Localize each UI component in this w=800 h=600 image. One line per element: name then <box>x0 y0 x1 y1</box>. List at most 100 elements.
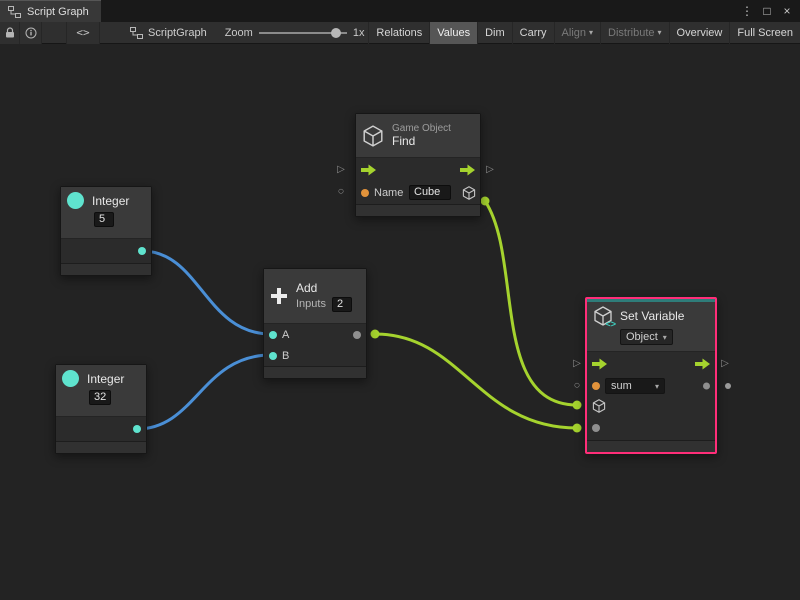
setvar-control-in-triangle-icon[interactable]: ▷ <box>573 359 581 369</box>
integer-node-32[interactable]: Integer 32 <box>55 364 147 454</box>
zoom-slider[interactable] <box>259 22 347 44</box>
graph-name: ScriptGraph <box>148 27 207 39</box>
find-name-circle-icon[interactable]: ○ <box>338 187 345 198</box>
integer-node-5[interactable]: Integer 5 <box>60 186 152 276</box>
window-maximize-button[interactable]: □ <box>760 4 774 18</box>
port-row-b: B <box>264 345 366 366</box>
chevron-down-icon: ▾ <box>658 28 662 37</box>
node-header: Add Inputs 2 <box>264 269 366 324</box>
setvar-control-out-triangle-icon[interactable]: ▷ <box>721 359 729 369</box>
tab-script-graph[interactable]: Script Graph <box>0 0 101 22</box>
control-output-port[interactable] <box>460 165 475 176</box>
toolbar-button-relations[interactable]: Relations <box>368 22 429 44</box>
value-input-port[interactable] <box>592 424 600 432</box>
window-menu-button[interactable]: ⋮ <box>740 4 754 18</box>
name-input-port[interactable] <box>361 189 369 197</box>
port-label-b: B <box>282 350 289 362</box>
port-label-a: A <box>282 329 289 341</box>
control-input-port[interactable] <box>592 359 607 370</box>
integer-icon <box>62 370 79 387</box>
name-port-row: Name Cube <box>356 182 480 204</box>
graph-canvas[interactable]: Integer 5 Integer 32 <box>0 44 800 600</box>
plus-icon <box>270 287 288 305</box>
graph-icon <box>130 27 143 39</box>
integer-value-field[interactable]: 5 <box>94 212 114 227</box>
lock-button[interactable] <box>0 22 20 44</box>
button-label: Dim <box>485 27 505 39</box>
toolbar-button-values[interactable]: Values <box>429 22 477 44</box>
toolbar-button-fullscreen[interactable]: Full Screen <box>729 22 800 44</box>
value-output-port[interactable] <box>703 383 710 390</box>
set-variable-icon: <> <box>593 306 613 326</box>
setvar-output-dot-icon[interactable] <box>725 383 731 389</box>
button-label: Full Screen <box>737 27 793 39</box>
node-header: Integer 5 <box>61 187 151 239</box>
wire-endpoint <box>371 330 380 339</box>
node-title: Add <box>296 281 352 295</box>
find-node[interactable]: Game Object Find Name Cube <box>355 113 481 217</box>
integer-value-field[interactable]: 32 <box>89 390 111 405</box>
integer-output-port[interactable] <box>133 425 141 433</box>
object-input-port[interactable] <box>592 399 606 413</box>
node-title: Find <box>392 134 451 148</box>
info-button[interactable] <box>20 22 42 44</box>
code-icon: <> <box>76 26 89 39</box>
titlebar: Script Graph ⋮ □ × <box>0 0 800 22</box>
node-title: Integer <box>87 372 124 386</box>
node-footer <box>356 204 480 216</box>
control-output-port[interactable] <box>695 359 710 370</box>
window-close-button[interactable]: × <box>780 4 794 18</box>
toolbar-button-distribute[interactable]: Distribute▾ <box>600 22 668 44</box>
zoom-slider-handle[interactable] <box>331 28 341 38</box>
chevron-down-icon: ▾ <box>655 382 659 391</box>
edit-graph-button[interactable]: <> <box>66 22 100 44</box>
toolbar-button-align[interactable]: Align▾ <box>554 22 600 44</box>
wire-integer5-to-add-a[interactable] <box>142 251 271 334</box>
gameobject-output-port[interactable] <box>462 186 476 200</box>
name-value-field[interactable]: Cube <box>409 185 451 200</box>
variable-name-dropdown[interactable]: sum ▾ <box>605 378 665 394</box>
toolbar-button-carry[interactable]: Carry <box>512 22 554 44</box>
chevron-down-icon: ▾ <box>663 333 667 342</box>
wire-integer32-to-add-b[interactable] <box>137 355 271 429</box>
control-input-port[interactable] <box>361 165 376 176</box>
toolbar-button-overview[interactable]: Overview <box>669 22 730 44</box>
inputs-count-field[interactable]: 2 <box>332 297 352 312</box>
input-port-b[interactable] <box>269 352 277 360</box>
add-node[interactable]: Add Inputs 2 A B <box>263 268 367 379</box>
lock-icon <box>5 27 15 39</box>
script-graph-window: Script Graph ⋮ □ × <> ScriptGraph Zoom 1… <box>0 0 800 600</box>
window-controls: ⋮ □ × <box>740 0 800 22</box>
setvar-name-circle-icon[interactable]: ○ <box>574 381 581 392</box>
variable-scope-dropdown[interactable]: Object ▾ <box>620 329 673 345</box>
control-port-row <box>587 352 715 376</box>
node-category: Game Object <box>392 123 451 134</box>
toolbar-buttons: Relations Values Dim Carry Align▾ Distri… <box>368 22 800 44</box>
input-port-a[interactable] <box>269 331 277 339</box>
node-footer <box>264 366 366 378</box>
node-footer <box>587 440 715 452</box>
wire-add-to-setvariable-value[interactable] <box>375 334 577 428</box>
graph-icon <box>8 6 21 18</box>
node-footer <box>56 441 146 453</box>
button-label: Carry <box>520 27 547 39</box>
sum-output-port[interactable] <box>353 331 361 339</box>
info-icon <box>25 27 37 39</box>
node-title: Set Variable <box>620 309 684 323</box>
find-control-in-triangle-icon[interactable]: ▷ <box>337 165 345 175</box>
set-variable-node[interactable]: <> Set Variable Object ▾ sum ▾ <box>585 297 717 454</box>
port-row-a: A <box>264 324 366 345</box>
node-header: Integer 32 <box>56 365 146 417</box>
node-title: Integer <box>92 194 129 208</box>
graph-name-label: ScriptGraph <box>130 27 207 39</box>
button-label: Align <box>562 27 586 39</box>
variable-name-input-port[interactable] <box>592 382 600 390</box>
wire-find-to-setvariable-object[interactable] <box>485 201 577 405</box>
integer-output-port[interactable] <box>138 247 146 255</box>
node-footer <box>61 263 151 275</box>
toolbar-button-dim[interactable]: Dim <box>477 22 512 44</box>
inputs-label: Inputs <box>296 298 326 310</box>
variable-name-row: sum ▾ <box>587 376 715 396</box>
find-control-out-triangle-icon[interactable]: ▷ <box>486 165 494 175</box>
name-label: Name <box>374 187 403 199</box>
